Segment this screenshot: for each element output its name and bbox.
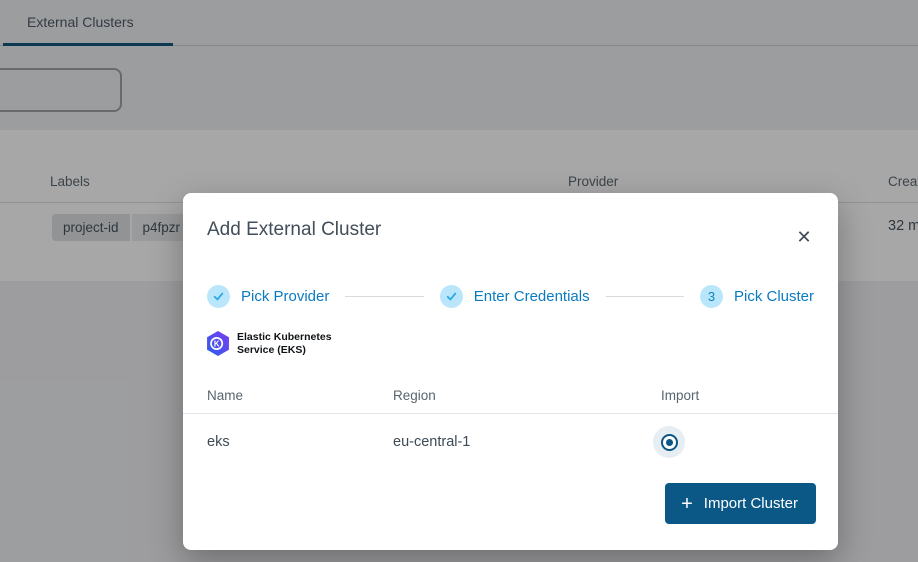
close-icon[interactable]: ✕ <box>792 225 816 249</box>
step-label: Pick Provider <box>241 288 329 305</box>
import-cluster-button-label: Import Cluster <box>704 495 798 512</box>
step-pick-cluster[interactable]: 3 Pick Cluster <box>700 285 814 308</box>
column-header-name: Name <box>207 388 393 403</box>
add-external-cluster-modal: Add External Cluster ✕ Pick Provider Ent… <box>183 193 838 550</box>
stepper-divider <box>345 296 423 297</box>
step-pick-provider[interactable]: Pick Provider <box>207 285 329 308</box>
step-label: Pick Cluster <box>734 288 814 305</box>
plus-icon: + <box>681 494 693 514</box>
modal-title: Add External Cluster <box>207 219 381 241</box>
svg-text:K: K <box>214 339 220 348</box>
radio-dot <box>666 439 673 446</box>
eks-logo-icon: K <box>207 331 229 356</box>
step-label: Enter Credentials <box>474 288 590 305</box>
step-number-badge: 3 <box>700 285 723 308</box>
cluster-name-cell: eks <box>207 434 393 450</box>
stepper-divider <box>606 296 684 297</box>
import-radio-button[interactable] <box>653 426 685 458</box>
cluster-table-header: Name Region Import <box>183 378 838 414</box>
step-number: 3 <box>708 289 715 304</box>
selected-provider: K Elastic Kubernetes Service (EKS) <box>207 331 332 356</box>
cluster-row-eks[interactable]: eks eu-central-1 <box>183 414 838 470</box>
column-header-import: Import <box>661 388 814 403</box>
column-header-region: Region <box>393 388 661 403</box>
provider-name-line1: Elastic Kubernetes <box>237 331 332 344</box>
wizard-stepper: Pick Provider Enter Credentials 3 Pick C… <box>207 284 814 308</box>
provider-name-line2: Service (EKS) <box>237 344 332 357</box>
radio-ring <box>661 434 678 451</box>
check-icon <box>440 285 463 308</box>
import-cluster-button[interactable]: + Import Cluster <box>665 483 816 524</box>
provider-name: Elastic Kubernetes Service (EKS) <box>237 331 332 356</box>
cluster-region-cell: eu-central-1 <box>393 434 661 450</box>
step-enter-credentials[interactable]: Enter Credentials <box>440 285 590 308</box>
check-icon <box>207 285 230 308</box>
